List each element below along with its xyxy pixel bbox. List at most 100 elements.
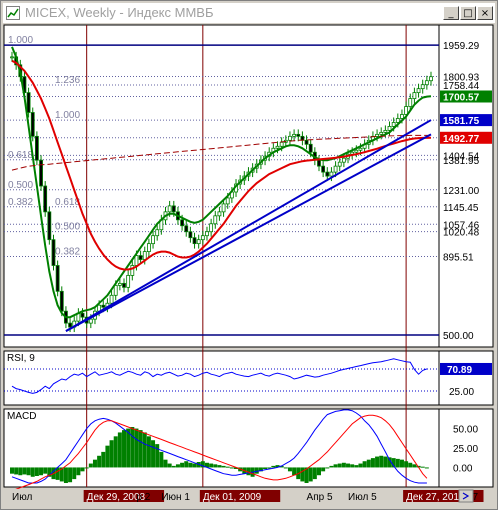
macd-histogram-bar (424, 467, 429, 469)
macd-histogram-bar (412, 464, 417, 468)
candle-body (391, 122, 396, 127)
candle-body (192, 237, 197, 245)
candle-body (325, 171, 330, 177)
candle-body (375, 133, 379, 137)
fib-level-label: 0.618 (8, 150, 33, 161)
candle-body (30, 112, 35, 137)
candle-body (412, 92, 417, 99)
macd-histogram-bar (155, 444, 160, 468)
candle-body (304, 139, 309, 145)
candle-body (279, 141, 284, 147)
candle-body (395, 118, 400, 123)
macd-histogram-bar (366, 459, 371, 468)
macd-histogram-bar (420, 466, 425, 468)
macd-histogram-bar (80, 467, 85, 472)
macd-histogram-bar (34, 467, 39, 476)
macd-histogram-bar (333, 464, 338, 468)
macd-histogram-bar (84, 467, 89, 469)
candle-body (400, 114, 404, 119)
macd-histogram-bar (395, 458, 400, 468)
candle-body (142, 251, 147, 260)
macd-histogram-bar (346, 463, 351, 468)
candle-body (308, 143, 313, 153)
macd-histogram-bar (122, 430, 127, 468)
chart-window: MICEX, Weekly - Индекс ММВБ _ □ × 1.000 1… (0, 0, 498, 510)
price-axis-label: 1758.44 (443, 81, 480, 92)
macd-histogram-bar (109, 440, 114, 468)
macd-histogram-bar (76, 467, 81, 476)
candle-body (126, 275, 131, 288)
candle-body (171, 205, 176, 213)
macd-histogram-bar (308, 467, 313, 482)
macd-histogram-bar (151, 440, 156, 468)
macd-histogram-bar (117, 432, 122, 468)
macd-histogram-bar (292, 467, 297, 476)
macd-histogram-bar (383, 456, 388, 468)
time-axis-label: Июл 5 (348, 492, 377, 503)
candle-body (134, 255, 139, 266)
candle-body (80, 312, 85, 318)
fib-level-label: 0.382 (55, 247, 80, 258)
macd-axis-label: 25.00 (453, 444, 478, 455)
macd-histogram-bar (113, 436, 118, 468)
candle-body (225, 197, 230, 205)
candle-body (420, 84, 425, 90)
candle-body (416, 88, 421, 94)
candle-body (59, 290, 64, 312)
macd-histogram-bar (130, 427, 135, 468)
macd-histogram-bar (142, 432, 147, 468)
candle-body (317, 159, 321, 167)
rsi-panel (3, 350, 494, 406)
candle-body (180, 219, 184, 227)
macd-histogram-bar (321, 467, 326, 472)
macd-axis-label: 50.00 (453, 425, 478, 436)
price-panel (3, 24, 494, 348)
time-axis-label: Дек 01, 2009 (203, 492, 262, 503)
candle-body (188, 231, 193, 239)
candle-body (217, 211, 222, 217)
macd-histogram-bar (221, 465, 226, 468)
macd-histogram-bar (362, 461, 367, 468)
candle-body (113, 284, 118, 296)
candle-body (424, 80, 429, 86)
candle-body (354, 149, 359, 153)
time-axis-label: Дек 27, 2010 (406, 492, 465, 503)
macd-histogram-bar (39, 467, 44, 476)
candle-body (155, 229, 160, 237)
macd-histogram-bar (229, 467, 234, 469)
candle-body (101, 304, 106, 308)
macd-histogram-bar (171, 465, 176, 468)
candle-body (200, 235, 205, 241)
macd-histogram-bar (263, 467, 268, 469)
chart-canvas[interactable]: 1.0001.2361.0000.6180.5000.382 0.6180.500… (1, 1, 497, 509)
macd-histogram-bar (92, 459, 97, 468)
macd-histogram-bar (329, 465, 334, 468)
time-axis-label: Апр 5 (307, 492, 333, 503)
candle-body (296, 133, 301, 137)
macd-histogram-bar (22, 467, 27, 475)
macd-histogram-bar (18, 467, 23, 476)
macd-histogram-bar (26, 467, 31, 476)
candle-body (147, 243, 151, 252)
fib-level-label: 1.000 (55, 110, 80, 121)
candle-body (109, 294, 114, 304)
candle-body (275, 145, 280, 149)
macd-histogram-bar (350, 464, 355, 468)
macd-histogram-bar (138, 430, 143, 468)
candle-body (288, 135, 292, 141)
candle-body (387, 126, 392, 131)
candle-body (151, 235, 155, 245)
rsi-axis-label: 25.00 (449, 387, 474, 398)
macd-histogram-bar (399, 459, 404, 468)
candle-body (221, 203, 226, 213)
price-axis-label: 1959.29 (443, 41, 480, 52)
time-axis-label: р 2 (136, 492, 150, 503)
macd-title: MACD (7, 411, 36, 422)
macd-histogram-bar (287, 467, 292, 472)
macd-histogram-bar (134, 428, 139, 468)
macd-histogram-bar (101, 451, 106, 468)
candle-body (39, 159, 43, 187)
candle-body (184, 225, 189, 233)
fib-level-label: 0.382 (8, 197, 33, 208)
candle-body (167, 205, 172, 213)
